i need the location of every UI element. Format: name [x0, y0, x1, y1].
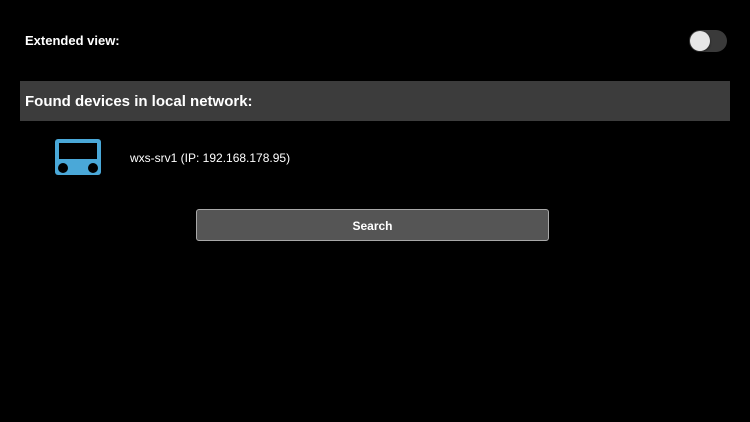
devices-section-header: Found devices in local network: [20, 81, 730, 121]
search-button[interactable]: Search [196, 209, 549, 241]
device-label: wxs-srv1 (IP: 192.168.178.95) [130, 151, 291, 165]
device-discovery-screen: Extended view: Found devices in local ne… [0, 0, 750, 422]
toggle-knob [690, 31, 710, 51]
extended-view-label: Extended view: [25, 33, 120, 48]
device-icon [55, 139, 101, 175]
device-list-item[interactable]: wxs-srv1 (IP: 192.168.178.95) [54, 138, 554, 178]
extended-view-toggle[interactable] [689, 30, 727, 52]
extended-view-row: Extended view: [25, 30, 727, 52]
devices-section-title: Found devices in local network: [25, 93, 253, 110]
